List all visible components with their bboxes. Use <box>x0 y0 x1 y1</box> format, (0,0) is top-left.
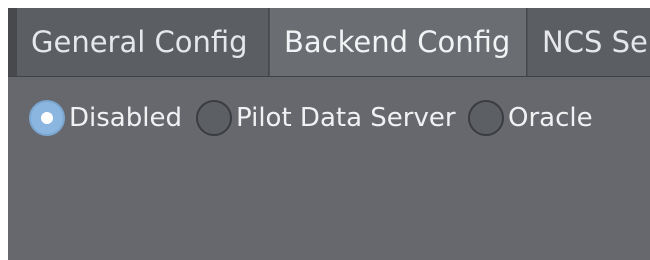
config-window: General Config Backend Config NCS Se Dis… <box>8 8 650 260</box>
radio-label-pilot-data-server: Pilot Data Server <box>236 103 456 133</box>
radio-option-oracle[interactable]: Oracle <box>468 96 593 140</box>
tab-bar: General Config Backend Config NCS Se <box>8 8 650 77</box>
radio-option-pilot-data-server[interactable]: Pilot Data Server <box>196 96 456 140</box>
tab-backend-config[interactable]: Backend Config <box>270 8 527 76</box>
tab-bar-edge <box>8 8 17 76</box>
tab-ncs[interactable]: NCS Se <box>528 8 650 76</box>
tab-general-config[interactable]: General Config <box>17 8 269 76</box>
backend-radio-group: Disabled Pilot Data Server Oracle <box>8 96 650 140</box>
radio-label-disabled: Disabled <box>69 103 182 133</box>
radio-unchecked-icon[interactable] <box>196 100 232 136</box>
radio-checked-icon[interactable] <box>29 100 65 136</box>
radio-label-oracle: Oracle <box>508 103 593 133</box>
radio-unchecked-icon[interactable] <box>468 100 504 136</box>
radio-option-disabled[interactable]: Disabled <box>29 96 182 140</box>
